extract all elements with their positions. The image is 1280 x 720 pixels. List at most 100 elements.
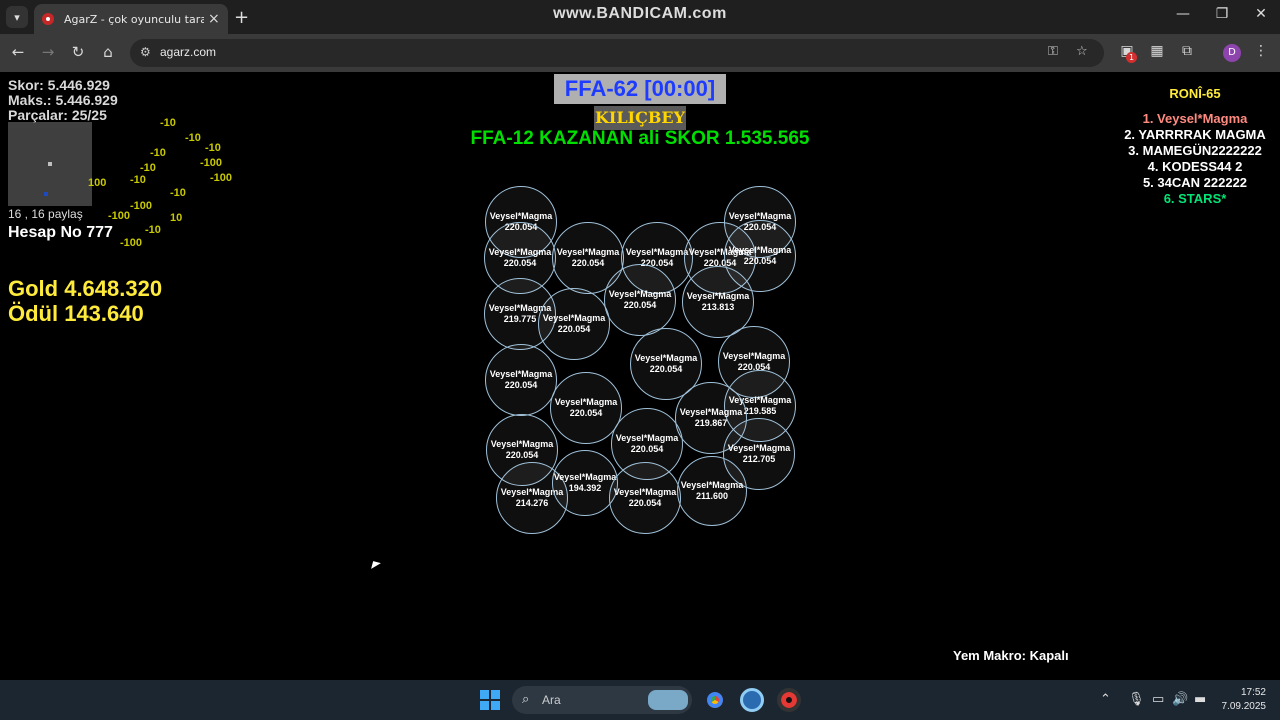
extension-badge: 1	[1126, 52, 1137, 63]
food-label: -100	[200, 157, 223, 169]
site-info-icon[interactable]: ⚙	[140, 45, 151, 59]
cell-name: Veysel*Magma	[634, 353, 698, 363]
cell-name: Veysel*Magma	[488, 247, 552, 257]
minimize-button[interactable]: —	[1168, 6, 1198, 22]
arrow-left-icon: ←	[11, 43, 25, 61]
cell-name: Veysel*Magma	[490, 439, 554, 449]
player-cell: Veysel*Magma 220.054	[485, 344, 557, 416]
windows-logo-icon	[480, 701, 489, 710]
windows-logo-icon	[491, 701, 500, 710]
arrow-right-icon: →	[41, 43, 55, 61]
cell-name: Veysel*Magma	[556, 247, 620, 257]
food-label: -10	[170, 187, 186, 199]
cell-mass: 220.054	[628, 498, 662, 508]
browser-toolbar: ← → ↻ ⌂ ⚙ agarz.com ⚿ ☆ ▣ ▦ ⧉ ⋮	[0, 34, 1280, 72]
winner-banner: FFA-12 KAZANAN ali SKOR 1.535.565	[470, 128, 810, 149]
key-icon[interactable]: ⚿	[1048, 44, 1058, 59]
account-number: Hesap No 777	[8, 224, 113, 241]
food-label: 100	[88, 177, 107, 189]
profile-avatar[interactable]: D	[1223, 44, 1241, 62]
leaderboard-item: 6. STARS*	[1163, 191, 1227, 206]
food-label: -100	[130, 200, 153, 212]
food-label: -10	[140, 162, 156, 174]
cell-mass: 219.585	[743, 406, 777, 416]
system-clock[interactable]: 17:52 7.09.2025	[1218, 686, 1267, 714]
clock-time: 17:52	[1240, 687, 1266, 698]
cell-mass: 211.600	[695, 491, 729, 501]
bandicam-watermark: www.BANDICAM.com	[553, 5, 727, 22]
cell-name: Veysel*Magma	[489, 369, 553, 379]
cell-name: Veysel*Magma	[554, 397, 618, 407]
cell-mass: 220.054	[649, 364, 683, 374]
microphone-icon[interactable]: 🎙	[1128, 692, 1145, 707]
puzzle-extensions-icon[interactable]: ⧉	[1177, 43, 1197, 59]
food-label: 10	[170, 212, 183, 224]
cell-name: Veysel*Magma	[553, 472, 617, 482]
close-window-button[interactable]: ✕	[1246, 6, 1276, 22]
forward-button[interactable]: →	[38, 43, 58, 61]
windows-logo-icon	[491, 690, 500, 699]
bookmark-star-icon[interactable]: ☆	[1076, 44, 1088, 59]
browser-tab-strip: ▾ AgarZ - çok oyunculu tarayıcı oyunu × …	[0, 0, 1280, 34]
cell-mass: 220.054	[630, 444, 664, 454]
chrome-taskbar-icon[interactable]	[703, 688, 727, 712]
cell-name: Veysel*Magma	[680, 480, 744, 490]
player-cell: Veysel*Magma 194.392	[552, 450, 618, 516]
food-label: -10	[130, 174, 146, 186]
food-label: -100	[120, 237, 143, 249]
food-label: -10	[145, 224, 161, 236]
cell-name: Veysel*Magma	[686, 291, 750, 301]
cell-mass: 220.054	[623, 300, 657, 310]
mouse-cursor-icon	[371, 561, 381, 571]
url-text: agarz.com	[160, 45, 217, 59]
bandicam-record-icon[interactable]	[777, 688, 801, 712]
screen: ▾ AgarZ - çok oyunculu tarayıcı oyunu × …	[0, 0, 1280, 720]
volume-icon[interactable]: 🔊	[1172, 692, 1188, 707]
shares-text: 16 , 16 paylaş	[8, 207, 83, 221]
cell-name: Veysel*Magma	[489, 211, 553, 221]
menu-kebab-icon[interactable]: ⋮	[1251, 43, 1271, 59]
cell-mass: 219.867	[694, 418, 728, 428]
reward-amount: Ödül 143.640	[8, 301, 144, 326]
cell-name: Veysel*Magma	[728, 245, 792, 255]
chevron-up-icon[interactable]: ⌃	[1100, 692, 1111, 707]
address-bar[interactable]: ⚙ agarz.com ⚿ ☆	[130, 39, 1104, 67]
cell-mass: 220.054	[503, 258, 537, 268]
windows-logo-icon	[480, 690, 489, 699]
cell-mass: 220.054	[505, 450, 539, 460]
search-highlight-image	[648, 690, 688, 710]
cell-name: Veysel*Magma	[613, 487, 677, 497]
player-cell: Veysel*Magma 211.600	[677, 456, 747, 526]
game-canvas[interactable]: Skor: 5.446.929 Maks.: 5.446.929 Parçala…	[0, 72, 1280, 680]
taskbar-search[interactable]: ⌕ Ara	[512, 686, 692, 714]
cell-name: Veysel*Magma	[542, 313, 606, 323]
leaderboard-item: 1. Veysel*Magma	[1142, 111, 1248, 126]
leaderboard-title: RONÎ-65	[1169, 86, 1221, 101]
leaderboard-item: 2. YARRRRAK MAGMA	[1124, 127, 1266, 142]
back-button[interactable]: ←	[8, 43, 28, 61]
food-label: -100	[210, 172, 233, 184]
cell-name: Veysel*Magma	[722, 351, 786, 361]
cell-mass: 220.054	[569, 408, 603, 418]
home-icon: ⌂	[103, 43, 113, 61]
battery-icon[interactable]: ▬	[1194, 692, 1206, 707]
cell-mass: 212.705	[742, 454, 776, 464]
leaderboard-item: 3. MAMEGÜN2222222	[1128, 143, 1262, 158]
cell-mass: 220.054	[571, 258, 605, 268]
score-text: Skor: 5.446.929	[8, 77, 110, 93]
cell-mass: 219.775	[503, 314, 537, 324]
player-cell: Veysel*Magma 220.054	[550, 372, 622, 444]
media-icon[interactable]: ▦	[1147, 43, 1167, 59]
home-button[interactable]: ⌂	[98, 43, 118, 61]
reload-button[interactable]: ↻	[68, 43, 88, 61]
leaderboard-item: 5. 34CAN 222222	[1142, 175, 1248, 190]
steam-taskbar-icon[interactable]	[740, 688, 764, 712]
leaderboard: RONÎ-65 1. Veysel*Magma 2. YARRRRAK MAGM…	[1110, 86, 1280, 207]
kilicbey-logo: KILIÇBEY	[594, 106, 686, 130]
display-icon[interactable]: ▭	[1152, 692, 1164, 707]
player-cell: Veysel*Magma 220.054	[538, 288, 610, 360]
cell-mass: 213.813	[701, 302, 735, 312]
windows-start-button[interactable]	[480, 690, 500, 710]
cell-mass: 194.392	[568, 483, 602, 493]
restore-button[interactable]: ❐	[1207, 6, 1237, 22]
